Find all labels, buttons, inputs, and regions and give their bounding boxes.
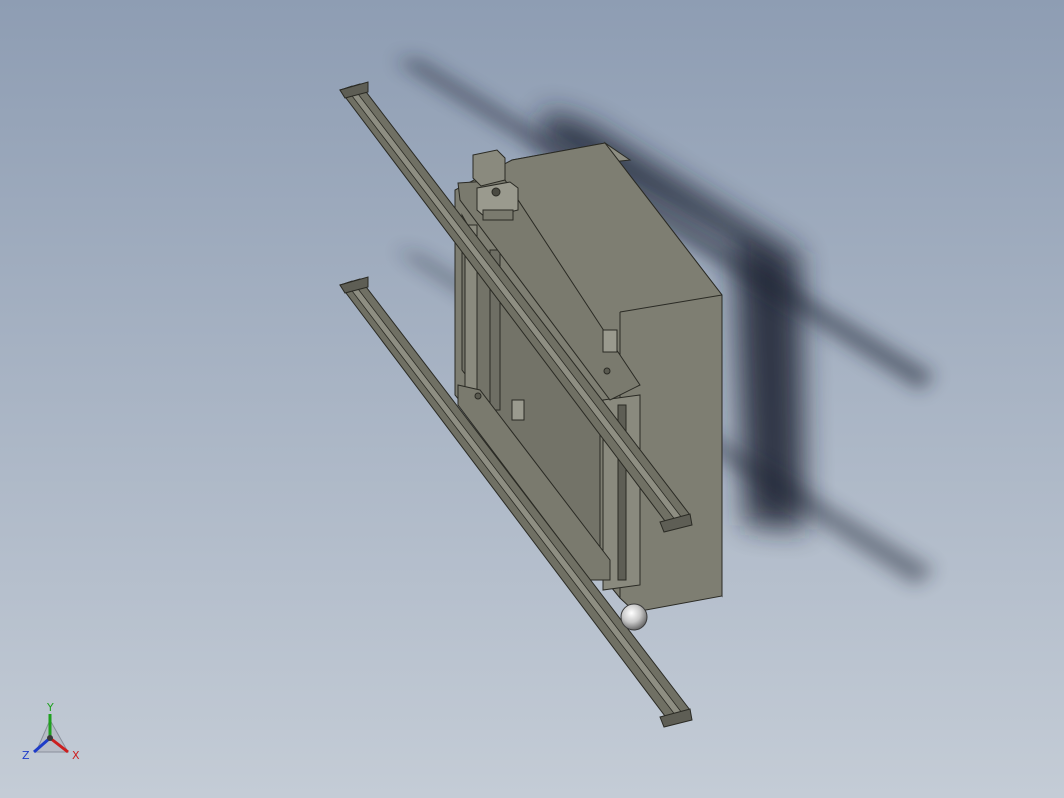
roller-ball[interactable] (620, 603, 648, 631)
mount-bracket (602, 329, 618, 353)
mount-bracket (511, 399, 525, 421)
model-scene[interactable] (0, 0, 1064, 798)
bolt (474, 392, 482, 400)
bolt (603, 367, 611, 375)
orientation-triad[interactable]: Y X Z (16, 700, 96, 780)
x-axis-label: X (72, 749, 80, 762)
triad-origin (47, 735, 53, 741)
cad-3d-viewport[interactable]: Y X Z (0, 0, 1064, 798)
z-axis-label: Z (22, 749, 30, 762)
motor-shaft (491, 187, 501, 197)
motor-body (472, 149, 506, 187)
y-axis-label: Y (46, 701, 54, 714)
motor-coupling (482, 209, 514, 221)
